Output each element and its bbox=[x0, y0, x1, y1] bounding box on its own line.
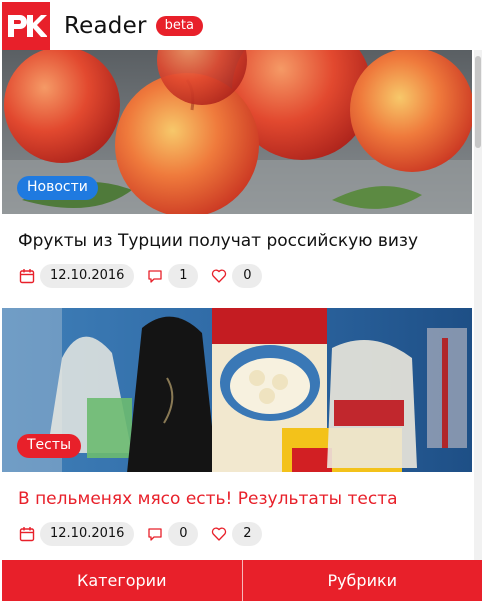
article-meta: 12.10.2016 1 0 bbox=[18, 264, 274, 288]
article-title[interactable]: Фрукты из Турции получат российскую визу bbox=[18, 230, 468, 252]
comment-icon bbox=[146, 525, 164, 543]
article-feed[interactable]: Новости Фрукты из Турции получат российс… bbox=[2, 50, 482, 560]
app-title: Reader bbox=[64, 13, 147, 39]
article-date: 12.10.2016 bbox=[40, 264, 135, 288]
category-tag[interactable]: Новости bbox=[17, 176, 98, 200]
rubrics-button[interactable]: Рубрики bbox=[241, 560, 482, 601]
article-meta: 12.10.2016 0 2 bbox=[18, 522, 274, 546]
likes-count[interactable]: 0 bbox=[232, 264, 263, 288]
categories-button[interactable]: Категории bbox=[2, 560, 242, 601]
comment-icon bbox=[146, 267, 164, 285]
beta-badge: beta bbox=[155, 16, 203, 36]
article-title[interactable]: В пельменях мясо есть! Результаты теста bbox=[18, 488, 468, 510]
calendar-icon bbox=[18, 525, 36, 543]
article-date: 12.10.2016 bbox=[40, 522, 135, 546]
feed-scrollbar[interactable] bbox=[474, 50, 482, 560]
bottom-nav: Категории Рубрики bbox=[2, 560, 482, 601]
article-card[interactable]: Новости Фрукты из Турции получат российс… bbox=[2, 50, 472, 306]
scrollbar-thumb[interactable] bbox=[475, 56, 481, 148]
category-tag[interactable]: Тесты bbox=[17, 434, 82, 458]
app-header: Reader beta bbox=[2, 2, 482, 50]
comments-count[interactable]: 0 bbox=[168, 522, 199, 546]
logo-mark-icon bbox=[8, 15, 47, 37]
heart-icon bbox=[210, 267, 228, 285]
heart-icon bbox=[210, 525, 228, 543]
reader-app: Reader beta Новости Фрукты из Турции пол… bbox=[2, 2, 482, 601]
app-logo[interactable] bbox=[2, 2, 50, 50]
article-image-dumplings[interactable]: Тесты bbox=[2, 308, 472, 472]
article-card[interactable]: Тесты В пельменях мясо есть! Результаты … bbox=[2, 308, 472, 560]
article-image-peaches[interactable]: Новости bbox=[2, 50, 472, 214]
comments-count[interactable]: 1 bbox=[168, 264, 199, 288]
likes-count[interactable]: 2 bbox=[232, 522, 263, 546]
calendar-icon bbox=[18, 267, 36, 285]
